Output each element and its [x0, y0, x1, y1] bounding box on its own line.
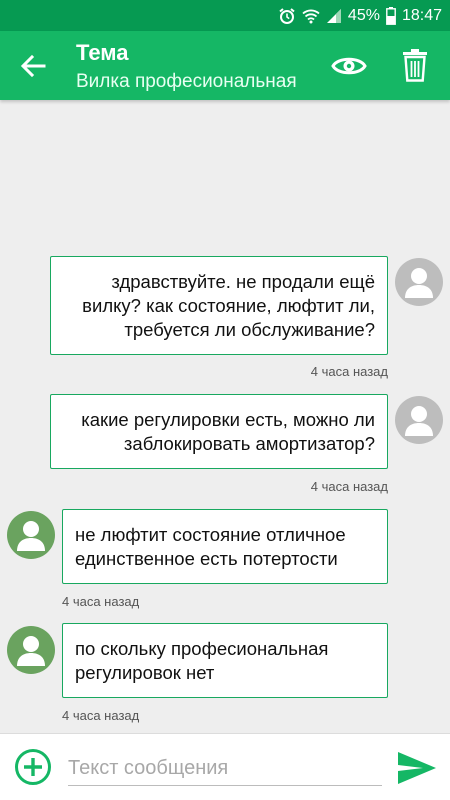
message-text: по скольку професиональная регулировок н…	[75, 638, 329, 683]
avatar	[395, 396, 443, 444]
user-avatar-icon	[7, 511, 55, 559]
alarm-icon	[278, 7, 296, 25]
message-timestamp: 4 часа назад	[62, 594, 140, 609]
message-bubble-incoming[interactable]: не люфтит состояние отличное единственно…	[62, 509, 388, 584]
page-subtitle: Вилка професиональная	[76, 71, 297, 92]
view-button[interactable]	[331, 53, 367, 79]
signal-icon	[326, 8, 342, 24]
message-composer	[0, 733, 450, 800]
battery-icon	[386, 6, 396, 25]
message-timestamp: 4 часа назад	[310, 364, 388, 379]
avatar	[7, 626, 55, 674]
avatar	[7, 511, 55, 559]
trash-icon	[403, 49, 427, 82]
back-arrow-icon	[20, 54, 46, 78]
page-title: Тема	[76, 40, 129, 65]
send-icon	[398, 752, 436, 784]
message-text: какие регулировки есть, можно ли заблоки…	[81, 409, 375, 454]
message-timestamp: 4 часа назад	[62, 708, 140, 723]
message-timestamp: 4 часа назад	[310, 479, 388, 494]
message-bubble-outgoing[interactable]: здравствуйте. не продали ещё вилку? как …	[50, 256, 388, 355]
user-avatar-icon	[395, 396, 443, 444]
message-bubble-incoming[interactable]: по скольку професиональная регулировок н…	[62, 623, 388, 698]
delete-button[interactable]	[402, 48, 428, 82]
eye-icon	[331, 57, 367, 75]
message-bubble-outgoing[interactable]: какие регулировки есть, можно ли заблоки…	[50, 394, 388, 469]
send-button[interactable]	[396, 750, 438, 786]
add-circle-icon	[15, 749, 51, 785]
back-button[interactable]	[18, 51, 48, 81]
clock: 18:47	[401, 6, 442, 24]
app-toolbar: Тема Вилка професиональная	[0, 31, 450, 100]
message-input[interactable]	[68, 752, 382, 786]
battery-percent: 45%	[347, 6, 380, 24]
message-text: здравствуйте. не продали ещё вилку? как …	[82, 271, 375, 340]
user-avatar-icon	[395, 258, 443, 306]
avatar	[395, 258, 443, 306]
status-bar: 45% 18:47	[0, 0, 450, 31]
wifi-icon	[302, 8, 320, 24]
message-text: не люфтит состояние отличное единственно…	[75, 524, 346, 569]
attach-button[interactable]	[14, 748, 52, 786]
user-avatar-icon	[7, 626, 55, 674]
